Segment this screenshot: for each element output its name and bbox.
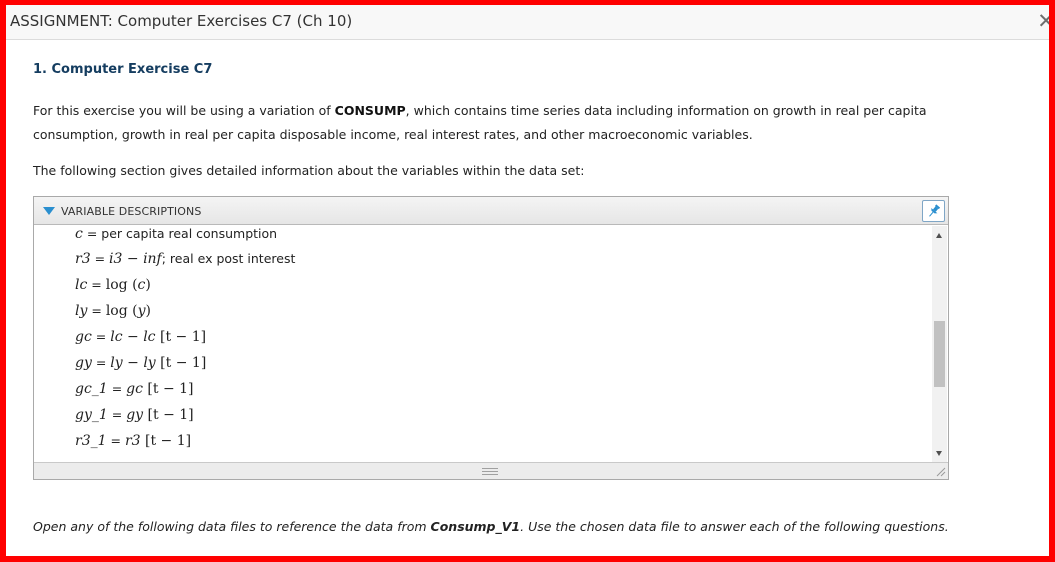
panel-title: VARIABLE DESCRIPTIONS [61, 205, 202, 218]
scrollbar-thumb[interactable] [934, 321, 945, 387]
data-files-instruction: Open any of the following data files to … [33, 519, 1033, 534]
variable-row: c = per capita real consumption [75, 226, 277, 248]
pin-icon [929, 204, 941, 217]
formula-term: gc [126, 381, 143, 397]
panel-resize-bar[interactable] [34, 462, 948, 479]
formula-lag: t − 1 [165, 355, 201, 371]
variable-name: r3_1 [75, 433, 107, 449]
variable-formula: log (y) [105, 303, 151, 319]
section-description: The following section gives detailed inf… [33, 163, 585, 178]
variable-description: per capita real consumption [101, 226, 278, 241]
formula-term: i3 [109, 251, 123, 267]
variable-row: gc = lc − lc [t − 1] [75, 329, 206, 351]
variable-row: gc_1 = gc [t − 1] [75, 381, 194, 403]
equals-sign: = [82, 226, 102, 241]
formula-term: inf [143, 251, 162, 267]
equals-sign: = [91, 355, 111, 370]
variable-description: ; real ex post interest [161, 251, 296, 266]
formula-function: log [105, 277, 128, 293]
variable-formula: r3 [t − 1] [124, 433, 192, 449]
formula-operator: − [122, 329, 144, 345]
variable-row: lc = log (c) [75, 277, 151, 299]
formula-operator: − [122, 251, 144, 267]
assignment-window: ASSIGNMENT: Computer Exercises C7 (Ch 10… [6, 5, 1049, 556]
variable-name: gc_1 [75, 381, 108, 397]
window-title: ASSIGNMENT: Computer Exercises C7 (Ch 10… [10, 12, 353, 30]
formula-lag: t − 1 [150, 433, 186, 449]
intro-text-pre: For this exercise you will be using a va… [33, 103, 335, 118]
variable-row: gy = ly − ly [t − 1] [75, 355, 206, 377]
equals-sign: = [107, 407, 127, 422]
collapse-triangle-icon[interactable] [43, 207, 55, 215]
dataset-name: CONSUMP [334, 103, 406, 118]
equals-sign: = [87, 303, 106, 318]
close-icon[interactable]: ✕ [1037, 9, 1049, 33]
title-bar: ASSIGNMENT: Computer Exercises C7 (Ch 10… [6, 5, 1049, 40]
question-intro: For this exercise you will be using a va… [33, 99, 933, 147]
formula-term: c [137, 277, 146, 293]
formula-term: ly [110, 355, 123, 371]
formula-term: lc [110, 329, 123, 345]
resize-corner-icon[interactable] [935, 466, 946, 477]
variable-name: c [75, 226, 83, 242]
variable-name: ly [75, 303, 88, 319]
formula-operator: − [122, 355, 144, 371]
equals-sign: = [90, 251, 110, 266]
formula-term: r3 [124, 433, 141, 449]
equals-sign: = [106, 433, 125, 448]
footer-dataset-name: Consump_V1 [430, 519, 521, 534]
formula-function: log [105, 303, 128, 319]
resize-grip-icon[interactable] [482, 468, 498, 475]
equals-sign: = [91, 329, 111, 344]
vertical-scrollbar[interactable] [932, 226, 947, 462]
footer-text-pre: Open any of the following data files to … [33, 519, 431, 534]
formula-term: lc [143, 329, 156, 345]
variable-formula: log (c) [105, 277, 151, 293]
variable-name: gy [75, 355, 92, 371]
variable-formula: lc − lc [t − 1] [110, 329, 207, 345]
equals-sign: = [107, 381, 127, 396]
variable-name: lc [75, 277, 88, 293]
variable-formula: ly − ly [t − 1] [110, 355, 207, 371]
formula-lag: t − 1 [165, 329, 201, 345]
variable-formula: i3 − inf [109, 251, 162, 267]
formula-term: ly [143, 355, 156, 371]
variable-descriptions-panel: VARIABLE DESCRIPTIONS c = per capita rea… [33, 196, 949, 480]
formula-term: y [137, 303, 146, 319]
variable-list[interactable]: c = per capita real consumption r3 = i3 … [34, 226, 932, 462]
variable-row: gy_1 = gy [t − 1] [75, 407, 194, 429]
footer-text-post: . Use the chosen data file to answer eac… [520, 519, 949, 534]
variable-row: r3 = i3 − inf; real ex post interest [75, 251, 295, 273]
variable-formula: gc [t − 1] [126, 381, 194, 397]
equals-sign: = [87, 277, 106, 292]
formula-lag: t − 1 [153, 407, 189, 423]
variable-name: gy_1 [75, 407, 108, 423]
question-heading: 1. Computer Exercise C7 [33, 62, 213, 77]
scroll-up-arrow-icon[interactable] [936, 233, 942, 238]
formula-term: gy [126, 407, 144, 423]
variable-row: r3_1 = r3 [t − 1] [75, 433, 191, 455]
variable-name: r3 [75, 251, 91, 267]
variable-row: ly = log (y) [75, 303, 151, 325]
variable-formula: gy [t − 1] [126, 407, 194, 423]
pin-button[interactable] [922, 200, 945, 222]
formula-lag: t − 1 [152, 381, 189, 397]
panel-header[interactable]: VARIABLE DESCRIPTIONS [34, 197, 948, 225]
variable-name: gc [75, 329, 92, 345]
scroll-down-arrow-icon[interactable] [936, 451, 942, 456]
